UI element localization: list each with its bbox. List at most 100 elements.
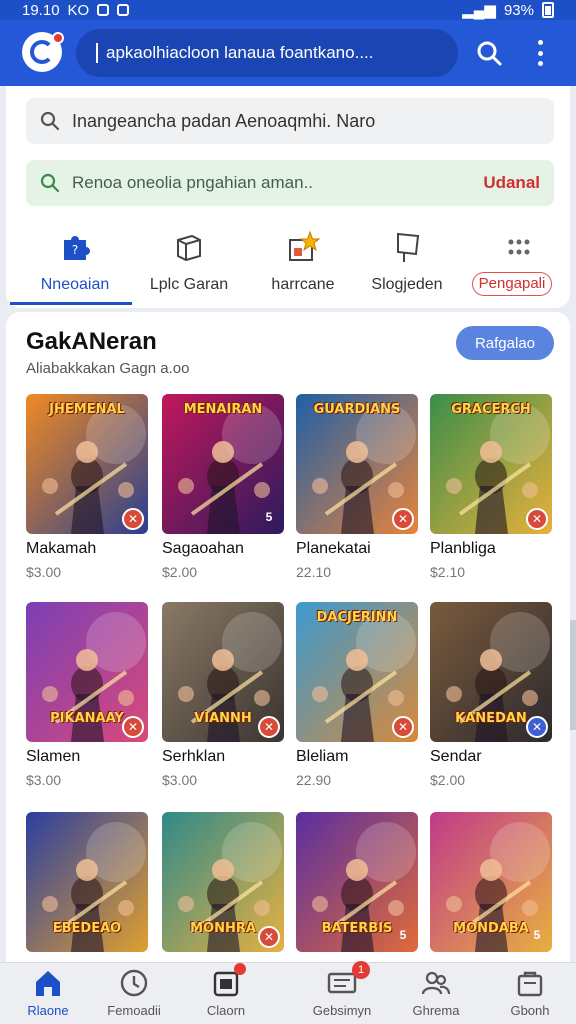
game-cover-art: KANEDAN ✕ [430,602,552,742]
nav-home[interactable]: Rlaone [0,963,96,1024]
game-card[interactable]: GRACERCH ✕ Planbliga $2.10 [430,394,552,590]
suggestion-banner[interactable]: Renoa oneolia pngahian aman.. Udanal [26,160,554,206]
battery-level: 93% [503,1,534,19]
tab-category-1[interactable]: ? Nneoaian [20,218,130,308]
game-card[interactable]: DACJERINN ✕ Bleliam 22.90 [296,602,418,798]
game-badge-icon: ✕ [526,716,548,738]
search-card: Inangeancha padan Aenoaqmhi. Naro Renoa … [6,86,570,308]
game-cover-art: PIKANAAY ✕ [26,602,148,742]
game-name: Sendar [430,748,482,765]
status-bar: 19.10 KO ▂▄▆ 93% [0,0,576,20]
game-badge-icon: ✕ [122,716,144,738]
nav-bag[interactable]: Gbonh [482,963,576,1024]
app-logo-icon[interactable] [22,32,64,72]
category-tabs: ? Nneoaian Lplc Garan harrcane Slogjeden… [6,218,570,308]
search-icon[interactable] [476,40,502,66]
game-name: Serhklan [162,748,226,765]
battery-icon [542,2,554,18]
game-badge-icon: ✕ [258,716,280,738]
tab-category-4[interactable]: Slogjeden [352,218,462,308]
suggestion-action-button[interactable]: Udanal [483,173,540,193]
game-card[interactable]: PIKANAAY ✕ Slamen $3.00 [26,602,148,798]
game-price: 22.90 [296,772,332,788]
search-placeholder: Inangeancha padan Aenoaqmhi. Naro [72,110,376,131]
search-input[interactable]: Inangeancha padan Aenoaqmhi. Naro [26,98,554,144]
game-card[interactable]: JHEMENAL ✕ Makamah $3.00 [26,394,148,590]
game-cover-art: MONDABA 5 [430,812,552,952]
game-price: $2.10 [430,564,466,580]
game-card[interactable]: GUARDIANS ✕ Planekatai 22.10 [296,394,418,590]
section-action-button[interactable]: Rafgalao [456,326,554,360]
game-card[interactable]: MONHRA ✕ [162,812,284,962]
game-price: $3.00 [26,564,62,580]
game-badge-icon: ✕ [258,926,280,948]
game-cover-title: JHEMENAL [49,402,125,417]
game-cover-title: GRACERCH [451,402,531,417]
game-card[interactable]: KANEDAN ✕ Sendar $2.00 [430,602,552,798]
game-cover-art: MENAIRAN 5 [162,394,284,534]
game-name: Bleliam [296,748,349,765]
app-bar: apkaolhiacloon lanaua foantkano.... [0,20,576,86]
game-cover-title: MENAIRAN [183,402,263,417]
game-price: 22.10 [296,564,332,580]
game-cover-art: JHEMENAL ✕ [26,394,148,534]
top-search-text: apkaolhiacloon lanaua foantkano.... [106,43,374,62]
nav-community[interactable]: Ghrema [388,963,484,1024]
people-icon [421,971,451,995]
nav-notification-dot [234,963,246,975]
game-price: $3.00 [26,772,62,788]
svg-text:?: ? [72,243,78,257]
game-card[interactable]: MENAIRAN 5 Sagaoahan $2.00 [162,394,284,590]
tab-category-3[interactable]: harrcane [248,218,358,308]
game-name: Planbliga [430,540,496,557]
nav-messages[interactable]: 1 Gebsimyn [294,961,390,1024]
signal-icon: ▂▄▆ [462,2,496,19]
game-cover-art: GRACERCH ✕ [430,394,552,534]
scroll-edge [570,620,576,730]
game-badge-icon: ✕ [526,508,548,530]
box-icon [177,234,201,262]
home-icon [36,971,60,996]
nav-recent[interactable]: Femoadii [86,963,182,1024]
tab-category-2[interactable]: Lplc Garan [134,218,244,308]
star-box-icon [289,230,320,261]
bottom-navigation: Rlaone Femoadii Claorn 1 Gebsimyn Ghrema… [0,961,576,1024]
clock-icon [120,969,148,997]
game-price: $2.00 [162,564,198,580]
nav-badge: 1 [352,961,370,979]
nav-store[interactable]: Claorn [178,963,274,1024]
section-title: GakANeran [26,328,157,355]
active-tab-indicator [10,302,132,305]
game-cover-art: MONHRA ✕ [162,812,284,952]
status-app-label: KO [67,1,90,19]
game-badge-icon: 5 [265,510,273,524]
bag-icon [517,971,543,997]
game-badge-icon: ✕ [392,508,414,530]
section-subtitle: Aliabakkakan Gagn a.oo [26,360,190,377]
game-cover-art: BATERBIS 5 [296,812,418,952]
top-search-bar[interactable]: apkaolhiacloon lanaua foantkano.... [76,29,458,77]
game-card[interactable]: EBEDEAO [26,812,148,962]
more-options-icon[interactable] [530,40,550,66]
status-time: 19.10 [22,1,60,19]
game-name: Sagaoahan [162,540,244,557]
game-card[interactable]: VIANNH ✕ Serhklan $3.00 [162,602,284,798]
tab-category-5[interactable]: Pengapali [464,218,574,308]
game-cover-art: DACJERINN ✕ [296,602,418,742]
game-card[interactable]: BATERBIS 5 [296,812,418,962]
notification-dot [52,32,64,44]
game-cover-art: EBEDEAO [26,812,148,952]
game-badge-icon: 5 [399,928,407,942]
games-section: GakANeran Aliabakkakan Gagn a.oo Rafgala… [6,312,570,962]
game-price: $2.00 [430,772,466,788]
game-badge-icon: ✕ [122,508,144,530]
game-card[interactable]: MONDABA 5 [430,812,552,962]
game-badge-icon: ✕ [392,716,414,738]
category-pill: Pengapali [472,272,552,296]
game-price: $3.00 [162,772,198,788]
dots-grid-icon [508,239,530,255]
search-icon [40,111,60,131]
game-cover-art: VIANNH ✕ [162,602,284,742]
game-cover-title: EBEDEAO [52,921,122,936]
suggestion-text: Renoa oneolia pngahian aman.. [72,173,314,192]
